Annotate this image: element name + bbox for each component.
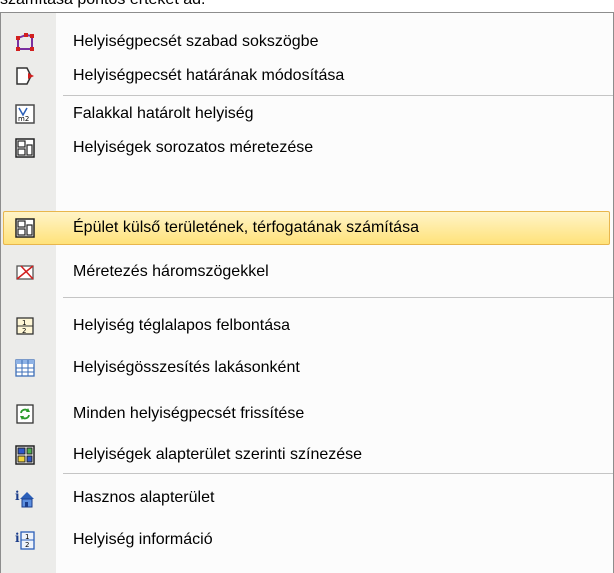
rect-split-icon: 1 2 <box>15 316 35 336</box>
context-menu: Helyiségpecsét szabad sokszögbe Helyiség… <box>0 12 614 573</box>
color-map-icon <box>15 445 35 465</box>
table-icon <box>15 358 35 378</box>
menu-item-label: Helyiség téglalapos felbontása <box>73 317 291 334</box>
menu-item-label: Helyiségek alapterület szerinti színezés… <box>73 446 363 463</box>
polygon-stamp-icon <box>15 32 35 52</box>
building-calc-icon <box>15 218 35 238</box>
svg-text:1: 1 <box>25 533 29 541</box>
boundary-edit-icon <box>15 66 35 86</box>
menu-item-triangle-dimensioning[interactable]: Méretezés háromszögekkel <box>1 255 612 289</box>
svg-text:2: 2 <box>25 541 29 549</box>
room-m2-icon: m2 <box>15 104 35 124</box>
menu-item-label: Helyiségpecsét határának módosítása <box>73 67 345 84</box>
menu-item-label: Méretezés háromszögekkel <box>73 263 269 280</box>
menu-item-polygon-stamp[interactable]: Helyiségpecsét szabad sokszögbe <box>1 25 612 59</box>
room-layout-icon <box>15 138 35 158</box>
info-house-icon: i <box>15 488 35 508</box>
menu-item-label: Helyiségek sorozatos méretezése <box>73 139 314 156</box>
menu-item-label: Helyiségpecsét szabad sokszögbe <box>73 33 319 50</box>
menu-item-label: Minden helyiségpecsét frissítése <box>73 405 305 422</box>
menu-item-wall-bounded-room[interactable]: m2 Falakkal határolt helyiség <box>1 97 612 131</box>
partial-description-text: számítása pontos értéket ad. <box>0 0 205 11</box>
svg-text:2: 2 <box>22 327 26 335</box>
menu-item-label: Helyiségösszesítés lakásonként <box>73 359 300 376</box>
menu-item-boundary-edit[interactable]: Helyiségpecsét határának módosítása <box>1 59 612 93</box>
svg-text:i: i <box>15 489 20 503</box>
menu-item-label: Hasznos alapterület <box>73 489 215 506</box>
menu-item-serial-dimensioning[interactable]: Helyiségek sorozatos méretezése <box>1 131 612 165</box>
menu-item-usable-area[interactable]: i Hasznos alapterület <box>1 481 612 515</box>
menu-item-refresh-stamps[interactable]: Minden helyiségpecsét frissítése <box>1 397 612 431</box>
menu-item-label: Épület külső területének, térfogatának s… <box>73 219 419 236</box>
menu-item-rect-split[interactable]: 1 2 Helyiség téglalapos felbontása <box>1 309 612 343</box>
menu-separator <box>63 473 613 474</box>
menu-item-label: Falakkal határolt helyiség <box>73 105 254 122</box>
svg-text:i: i <box>15 531 20 545</box>
menu-item-label: Helyiség információ <box>73 531 213 548</box>
menu-item-summary-by-apartment[interactable]: Helyiségösszesítés lakásonként <box>1 351 612 385</box>
refresh-icon <box>15 404 35 424</box>
svg-text:1: 1 <box>22 319 26 327</box>
menu-item-color-by-area[interactable]: Helyiségek alapterület szerinti színezés… <box>1 438 612 472</box>
info-room-icon: i 1 2 <box>15 530 35 550</box>
menu-item-room-info[interactable]: i 1 2 Helyiség információ <box>1 523 612 557</box>
menu-separator <box>63 297 613 298</box>
menu-item-building-calc[interactable]: Épület külső területének, térfogatának s… <box>1 211 612 245</box>
svg-text:m2: m2 <box>18 115 29 123</box>
menu-separator <box>63 95 613 96</box>
triangle-icon <box>15 262 35 282</box>
